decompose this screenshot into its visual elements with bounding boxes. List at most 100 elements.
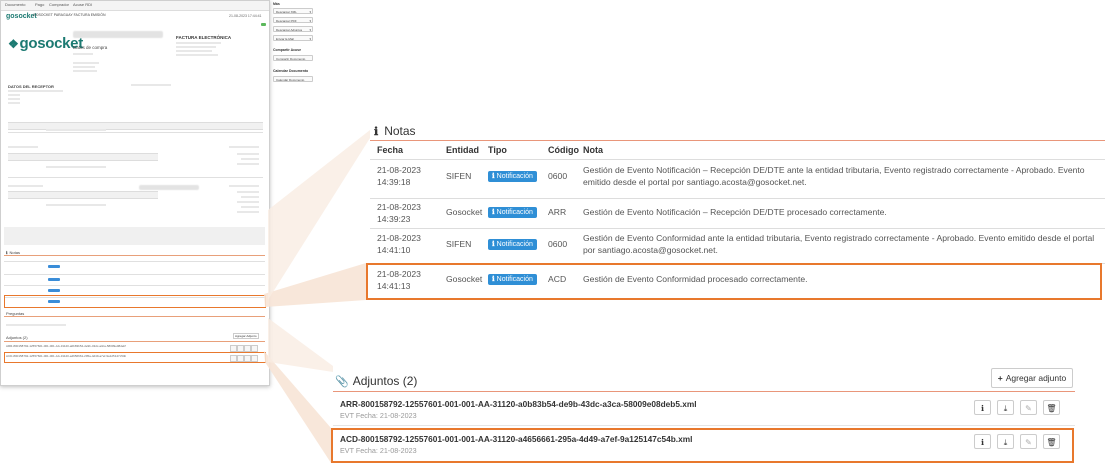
download-pdf-button[interactable]: Descargar PDF ▾ [273, 17, 313, 23]
delete-button[interactable]: 🗑 [1043, 400, 1060, 415]
mini-info-button[interactable] [230, 345, 237, 352]
add-attachment-button[interactable]: + Agregar adjunto [991, 368, 1073, 388]
trash-icon: 🗑 [1046, 404, 1057, 413]
text-placeholder [73, 62, 99, 64]
table-row: 21-08-2023 14:39:18 SIFEN ℹ Notificación … [370, 159, 1105, 199]
text-placeholder [237, 163, 259, 165]
text-placeholder [8, 146, 38, 148]
calendar-section-title: Calendar Documento [273, 69, 309, 73]
notification-badge: ℹ Notificación [488, 207, 537, 218]
text-placeholder [8, 90, 63, 92]
row-divider [4, 274, 265, 275]
tab-comprador[interactable]: Comprador [49, 2, 69, 7]
text-placeholder [73, 53, 93, 55]
adjuntos-rule [4, 341, 265, 342]
col-entidad: Entidad [446, 145, 479, 155]
text-placeholder [6, 324, 66, 326]
info-button[interactable]: ℹ [974, 400, 991, 415]
download-attachments-button[interactable]: Descargar Adjuntos ▾ [273, 26, 313, 32]
document-thumbnail: Documento Pago Comprador Acuse RDI gosoc… [0, 0, 270, 386]
mini-edit-button[interactable] [244, 345, 251, 352]
notas-rule [370, 140, 1105, 141]
row-entidad: SIFEN [446, 171, 472, 181]
table-row: 21-08-2023 14:39:23 Gosocket ℹ Notificaci… [370, 198, 1105, 229]
text-placeholder [8, 102, 20, 104]
row-codigo: ARR [548, 207, 567, 217]
row-divider [4, 261, 265, 262]
document-tabs: Documento Pago Comprador Acuse RDI [1, 1, 269, 11]
notification-badge: ℹ Notificación [488, 239, 537, 250]
text-placeholder [176, 42, 221, 44]
plus-icon: + [997, 373, 1003, 383]
tab-documento[interactable]: Documento [5, 2, 25, 7]
row-fecha: 21-08-2023 14:41:10 [377, 233, 421, 255]
mini-highlight-row [4, 295, 266, 308]
attachment-name[interactable]: ARR-800158792-12557601-001-001-AA-31120-… [340, 399, 697, 409]
table-header [8, 153, 158, 161]
col-codigo: Código [548, 145, 579, 155]
row-codigo: 0600 [548, 239, 568, 249]
text-placeholder [237, 191, 259, 193]
blurred-text [139, 185, 199, 190]
edit-button[interactable]: ✎ [1020, 400, 1037, 415]
info-icon: ℹ [980, 404, 985, 413]
text-placeholder [237, 211, 259, 213]
header-line: GOSOCKET PARAGUAY FACTURA EMISIÓN [33, 13, 106, 17]
row-fecha: 21-08-2023 14:39:18 [377, 165, 421, 187]
text-placeholder [176, 54, 218, 56]
text-placeholder [176, 46, 216, 48]
preguntas-rule [4, 316, 265, 317]
text-placeholder [46, 166, 106, 168]
adjuntos-mini-title: Adjuntos (2) [6, 335, 28, 340]
edit-icon: ✎ [1025, 404, 1032, 413]
col-fecha: Fecha [377, 145, 404, 155]
document-header-info: GOSOCKET PARAGUAY FACTURA EMISIÓN [33, 13, 105, 17]
text-placeholder [8, 94, 20, 96]
notification-badge [48, 265, 60, 268]
status-badge [261, 23, 266, 26]
mini-highlight-file [4, 352, 266, 363]
info-icon: ℹ [374, 126, 379, 138]
text-placeholder [131, 84, 171, 86]
mini-delete-button[interactable] [251, 345, 258, 352]
tab-pago[interactable]: Pago [35, 2, 44, 7]
highlight-notas-row [366, 263, 1102, 300]
share-section-title: Compartir Acuse [273, 48, 302, 52]
notification-badge [48, 278, 60, 281]
mini-download-button[interactable] [237, 345, 244, 352]
tab-acuse[interactable]: Acuse RDI [73, 2, 92, 7]
notas-title: ℹ Notas [374, 124, 416, 138]
text-placeholder [229, 146, 259, 148]
calendar-document-button[interactable]: Calendar Documento [273, 76, 313, 82]
row-entidad: SIFEN [446, 239, 472, 249]
header-date: 21-08-2023 17:44:41 [229, 14, 262, 18]
adjuntos-title: 📎 Adjuntos (2) [335, 374, 418, 388]
download-icon: ⤓ [1003, 404, 1008, 413]
sidebar-title: Más [273, 2, 280, 6]
share-document-button[interactable]: Compartir Documento [273, 55, 313, 61]
row-nota: Gestión de Evento Conformidad ante la en… [583, 233, 1095, 255]
send-email-button[interactable]: Enviar E-Mail ▾ [273, 35, 313, 41]
blurred-company-name [73, 31, 163, 38]
paperclip-icon: 📎 [335, 376, 349, 388]
text-placeholder [46, 129, 106, 131]
row-entidad: Gosocket [446, 207, 483, 217]
download-xml-button[interactable]: Descargar XML ▾ [273, 8, 313, 14]
text-placeholder [176, 50, 212, 52]
table-row: 21-08-2023 14:41:10 SIFEN ℹ Notificación … [370, 228, 1105, 264]
text-placeholder [241, 206, 259, 208]
legal-notice-box [4, 227, 265, 245]
row-nota: Gestión de Evento Notificación – Recepci… [583, 207, 887, 217]
table-header [8, 191, 158, 199]
download-button[interactable]: ⤓ [997, 400, 1014, 415]
text-placeholder [46, 204, 106, 206]
mini-add-attachment-button[interactable]: Agregar Adjunto [233, 333, 259, 339]
col-nota: Nota [583, 145, 603, 155]
receiver-title: DATOS DEL RECEPTOR [8, 84, 54, 89]
notification-badge [48, 289, 60, 292]
attachment-date: EVT Fecha: 21-08-2023 [340, 411, 417, 420]
text-placeholder [241, 196, 259, 198]
table-divider [8, 132, 263, 133]
text-placeholder [237, 201, 259, 203]
mini-file-1[interactable]: ARR-800158792-12557601-001-001-AA-31120-… [6, 344, 126, 348]
